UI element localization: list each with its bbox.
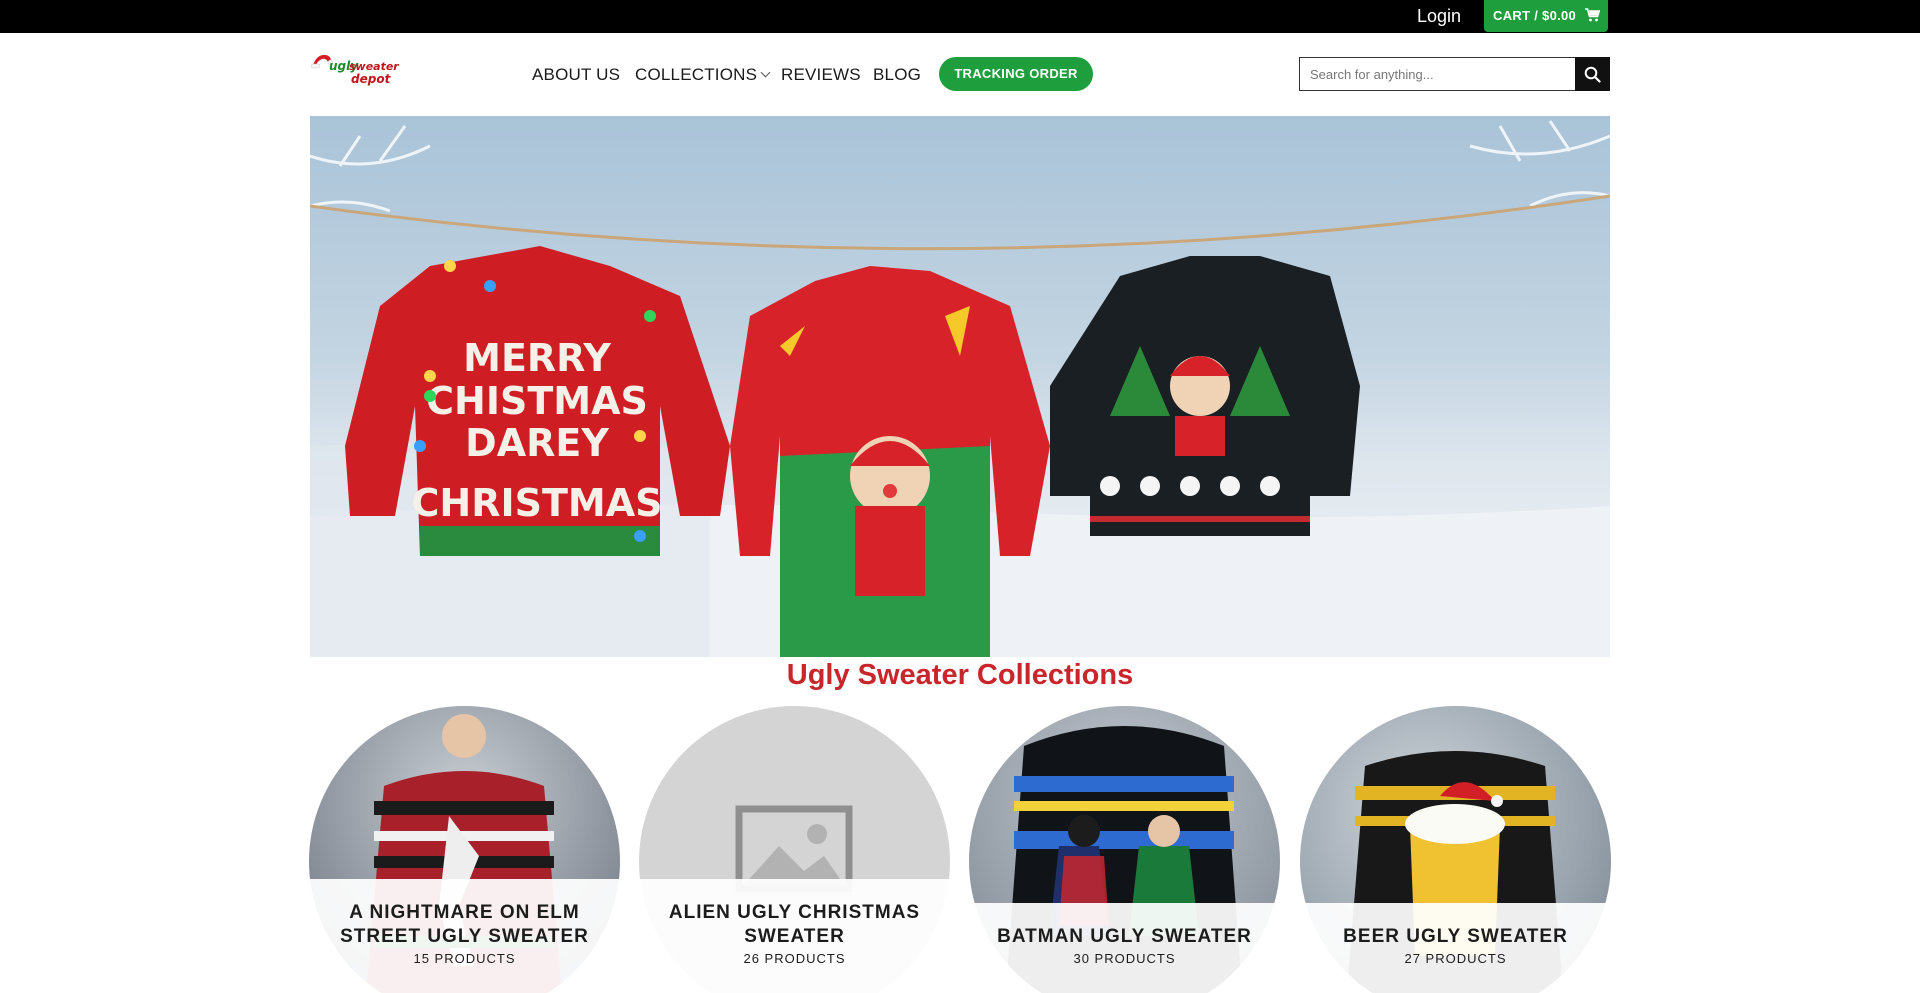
nav-item-collections-label: COLLECTIONS [635,65,758,84]
nav-item-blog[interactable]: BLOG [873,64,921,86]
hero-banner[interactable]: MERRY CHISTMAS DAREY CHRISTMAS [310,116,1610,657]
collection-caption-beer: BEER UGLY SWEATER 27 PRODUCTS [1300,903,1611,993]
dark-santa-sweater [1050,256,1360,536]
collection-card-alien[interactable]: ALIEN UGLY CHRISTMAS SWEATER 26 PRODUCTS [639,706,950,993]
nav-item-about-us[interactable]: ABOUT US [532,64,620,86]
logo-word-depot: depot [351,72,391,86]
search-icon [1584,66,1601,83]
collection-name-line-2: STREET UGLY SWEATER [340,926,589,947]
site-logo[interactable]: ugly sweater depot [309,53,399,89]
cart-label: CART / $0.00 [1493,8,1577,23]
sweater-text-line-4: CHRISTMAS [412,481,663,525]
collection-caption-nightmare: A NIGHTMARE ON ELM STREET UGLY SWEATER 1… [309,879,620,993]
chevron-down-icon [760,67,771,78]
collection-caption-alien: ALIEN UGLY CHRISTMAS SWEATER 26 PRODUCTS [639,879,950,993]
collection-count: 26 PRODUCTS [743,951,846,966]
collection-count: 27 PRODUCTS [1404,951,1507,966]
collection-card-batman[interactable]: BATMAN UGLY SWEATER 30 PRODUCTS [969,706,1280,993]
collection-card-beer[interactable]: BEER UGLY SWEATER 27 PRODUCTS [1300,706,1611,993]
nav-item-collections[interactable]: COLLECTIONS [635,64,771,86]
collection-name-line-2: SWEATER [744,926,845,947]
collection-name-line-1: A NIGHTMARE ON ELM [349,902,580,923]
sweater-text-line-1: MERRY [463,336,611,380]
collection-name-line-1: BATMAN UGLY SWEATER [997,926,1252,947]
search-box [1299,57,1576,91]
cart-button[interactable]: CART / $0.00 [1484,0,1608,32]
hero-image: MERRY CHISTMAS DAREY CHRISTMAS [310,120,1610,657]
collection-card-nightmare[interactable]: A NIGHTMARE ON ELM STREET UGLY SWEATER 1… [309,706,620,993]
sweater-text-line-3: DAREY [465,421,609,465]
collection-caption-batman: BATMAN UGLY SWEATER 30 PRODUCTS [969,903,1280,993]
tracking-order-button[interactable]: TRACKING ORDER [939,57,1093,91]
collection-count: 15 PRODUCTS [413,951,516,966]
collection-name-line-1: ALIEN UGLY CHRISTMAS [668,902,921,923]
top-bar: Login CART / $0.00 [0,0,1920,33]
search-button[interactable] [1575,57,1610,91]
shopping-cart-icon [1585,8,1600,22]
sweater-text-line-2: CHISTMAS [426,379,648,423]
nav-item-reviews[interactable]: REVIEWS [781,64,861,86]
login-link[interactable]: Login [1417,5,1461,27]
collection-name-line-1: BEER UGLY SWEATER [1343,926,1568,947]
collection-count: 30 PRODUCTS [1073,951,1176,966]
site-header: ugly sweater depot ABOUT US COLLECTIONS … [0,33,1920,115]
collections-title: Ugly Sweater Collections [786,659,1134,691]
search-input[interactable] [1300,58,1575,90]
